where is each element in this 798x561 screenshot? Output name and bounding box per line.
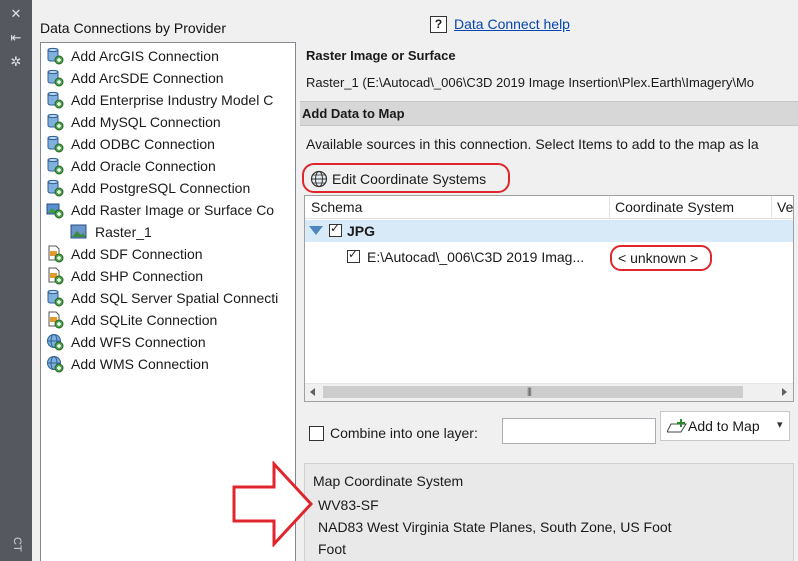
horizontal-scrollbar[interactable]: ||| [305,383,793,401]
tree-item-provider[interactable]: Add PostgreSQL Connection [46,177,250,199]
tree-item-label: Add SHP Connection [71,268,204,284]
file-connect-icon [48,267,64,285]
add-to-map-button[interactable]: Add to Map ▾ [660,411,790,441]
database-connect-icon [47,47,64,65]
provider-heading: Data Connections by Provider [40,20,226,36]
tree-item-label: Add ODBC Connection [71,136,215,152]
tree-item-label: Add ArcGIS Connection [71,48,219,64]
add-to-map-icon [667,419,687,433]
column-header-schema[interactable]: Schema [311,199,362,215]
strip-label: CT [11,536,23,552]
tree-item-provider[interactable]: Add Enterprise Industry Model C [46,89,273,111]
tree-item-provider[interactable]: Add WMS Connection [46,353,209,375]
tree-item-label: Add WMS Connection [71,356,209,372]
data-connect-help-link[interactable]: Data Connect help [454,16,570,32]
settings-icon[interactable]: ✲ [8,54,24,70]
tree-item-provider[interactable]: Add SQL Server Spatial Connecti [46,287,278,309]
edit-coordinate-systems-button[interactable]: Edit Coordinate Systems [302,163,510,193]
file-connect-icon [48,245,64,263]
database-connect-icon [47,69,64,87]
tree-item-label: Add ArcSDE Connection [71,70,224,86]
chevron-down-icon[interactable]: ▾ [777,418,783,431]
raster-connect-icon [46,203,64,219]
group-checkbox[interactable]: ✓ [329,221,342,237]
help-row: ? Data Connect help [430,16,570,36]
available-sources-text: Available sources in this connection. Se… [306,136,759,152]
database-connect-icon [47,135,64,153]
collapse-arrow-icon[interactable] [309,226,323,235]
scroll-right-icon[interactable] [782,388,787,396]
scroll-grip-icon: ||| [527,386,532,396]
tree-item-label: Add Enterprise Industry Model C [71,92,274,108]
tree-item-provider[interactable]: Add ODBC Connection [46,133,215,155]
column-divider[interactable] [771,196,772,218]
map-coordinate-system-code: WV83-SF [318,497,379,513]
database-connect-icon [47,289,64,307]
close-icon[interactable]: ✕ [8,6,24,22]
tree-item-provider[interactable]: Add MySQL Connection [46,111,221,133]
scroll-thumb[interactable]: ||| [323,386,743,398]
grid-header: Schema Coordinate System Ve [305,196,793,219]
tree-item-label: Raster_1 [95,224,152,240]
item-checkbox[interactable]: ✓ [347,247,360,263]
tree-item-label: Add PostgreSQL Connection [71,180,251,196]
connection-path: Raster_1 (E:\Autocad\_006\C3D 2019 Image… [306,75,755,90]
pin-icon[interactable]: ⇤ [8,30,24,46]
database-connect-icon [47,179,64,197]
help-icon[interactable]: ? [430,16,447,33]
column-header-coordinate-system[interactable]: Coordinate System [615,199,734,215]
sources-grid[interactable]: Schema Coordinate System Ve ✓ JPG ✓ E:\A… [304,195,794,402]
map-coordinate-system-title: Map Coordinate System [313,473,464,489]
map-coordinate-system-unit: Foot [318,541,347,557]
raster-image-icon [70,224,87,239]
palette-title-strip: ✕ ⇤ ✲ CT [0,0,32,561]
combine-checkbox[interactable] [309,426,324,441]
file-connect-icon [48,311,64,329]
tree-item-provider[interactable]: Add SQLite Connection [46,309,217,331]
schema-group-row[interactable]: ✓ JPG [305,220,793,242]
annotation-arrow-icon [232,461,314,547]
tree-item-label: Add MySQL Connection [71,114,221,130]
tree-item-label: Add Raster Image or Surface Co [71,202,275,218]
tree-item-label: Add SDF Connection [71,246,203,262]
tree-item-provider[interactable]: Add WFS Connection [46,331,206,353]
tree-item-label: Add Oracle Connection [71,158,216,174]
tree-item-provider[interactable]: Add Raster Image or Surface Co [46,199,274,221]
database-connect-icon [47,91,64,109]
tree-item-label: Add SQLite Connection [71,312,218,328]
tree-item-provider[interactable]: Add Oracle Connection [46,155,216,177]
tree-item-provider[interactable]: Add ArcSDE Connection [46,67,224,89]
edit-coordinate-systems-label: Edit Coordinate Systems [332,171,487,187]
globe-icon [310,170,328,188]
tree-item-label: Add SQL Server Spatial Connecti [71,290,279,306]
database-connect-icon [47,113,64,131]
scroll-left-icon[interactable] [310,388,315,396]
web-connect-icon [47,334,64,351]
item-name: E:\Autocad\_006\C3D 2019 Imag... [367,249,585,265]
column-header-version[interactable]: Ve [777,199,793,215]
web-connect-icon [47,356,64,373]
add-data-title: Add Data to Map [302,106,405,121]
coordinate-system-cell[interactable]: < unknown > [610,245,712,271]
column-divider[interactable] [609,196,610,218]
tree-item-provider[interactable]: Add ArcGIS Connection [46,45,219,67]
layer-name-input[interactable] [502,418,656,444]
combine-label: Combine into one layer: [330,425,478,441]
add-to-map-label: Add to Map [688,418,760,434]
tree-item-provider[interactable]: Add SDF Connection [46,243,203,265]
tree-item-provider[interactable]: Add SHP Connection [46,265,203,287]
database-connect-icon [47,157,64,175]
coordinate-system-value: < unknown > [618,250,699,266]
source-item-row[interactable]: ✓ E:\Autocad\_006\C3D 2019 Imag... < unk… [305,244,793,271]
tree-item-raster-1[interactable]: Raster_1 [70,221,152,243]
group-label: JPG [347,223,376,239]
tree-item-label: Add WFS Connection [71,334,206,350]
map-coordinate-system-description: NAD83 West Virginia State Planes, South … [318,519,672,535]
connection-heading: Raster Image or Surface [306,48,456,63]
